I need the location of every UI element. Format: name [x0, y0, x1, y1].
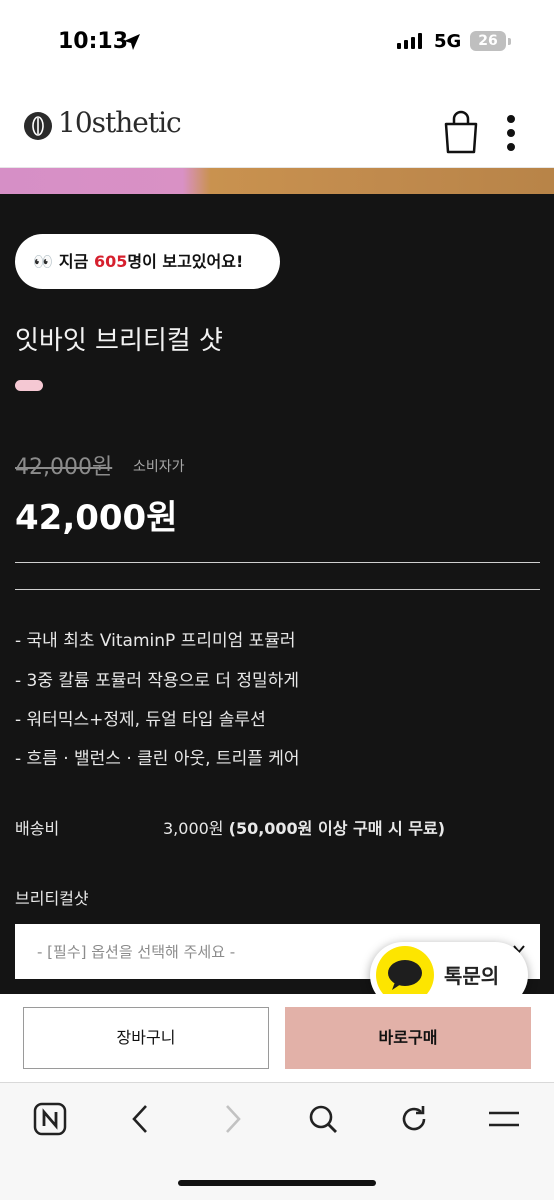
network-label: 5G [434, 31, 462, 52]
original-price-label: 소비자가 [133, 459, 185, 475]
battery-icon: 26 [470, 31, 506, 51]
shipping-note: (50,000원 이상 구매 시 무료) [228, 819, 446, 838]
more-icon[interactable] [505, 115, 517, 153]
reload-icon[interactable] [397, 1102, 431, 1136]
battery-tip [508, 38, 511, 45]
search-icon[interactable] [306, 1102, 340, 1136]
logo-mark-icon[interactable] [24, 112, 52, 140]
shipping-value: 3,000원 (50,000원 이상 구매 시 무료) [163, 815, 445, 839]
viewers-count: 605 [93, 252, 128, 271]
feature-item: - 국내 최초 VitaminP 프리미엄 포뮬러 [15, 631, 296, 651]
eyes-icon: 👀 [33, 252, 53, 271]
menu-icon[interactable] [487, 1102, 521, 1136]
sale-price: 42,000원 [15, 498, 178, 538]
product-image-strip [0, 168, 554, 194]
product-detail [0, 194, 554, 994]
add-to-cart-button[interactable]: 장바구니 [23, 1007, 269, 1069]
feature-item: - 3중 칼륨 포뮬러 작용으로 더 정밀하게 [15, 671, 299, 691]
location-arrow-icon [124, 34, 140, 50]
home-indicator [178, 1180, 376, 1186]
option-placeholder: - [필수] 옵션을 선택해 주세요 - [37, 943, 236, 961]
original-price: 42,000원 [15, 455, 113, 480]
feature-item: - 흐름 · 밸런스 · 클린 아웃, 트리플 케어 [15, 749, 300, 769]
forward-icon[interactable] [215, 1102, 249, 1136]
option-label: 브리티컬샷 [15, 889, 89, 908]
divider [15, 589, 540, 590]
viewers-badge: 👀 지금 605명이 보고있어요! [15, 234, 280, 289]
bag-icon[interactable] [443, 110, 479, 154]
buy-now-button[interactable]: 바로구매 [285, 1007, 531, 1069]
logo-text[interactable]: 10sthetic [58, 106, 182, 139]
feature-item: - 워터믹스+정제, 듀얼 타입 솔루션 [15, 710, 266, 730]
divider [15, 562, 540, 563]
back-icon[interactable] [124, 1102, 158, 1136]
status-time: 10:13 [58, 29, 129, 54]
color-tag [15, 380, 43, 391]
naver-home-icon[interactable] [33, 1102, 67, 1136]
kakao-talk-label: 톡문의 [444, 964, 500, 988]
viewers-suffix: 명이 보고있어요! [127, 252, 244, 271]
product-title: 잇바잇 브리티컬 샷 [15, 326, 223, 356]
signal-icon [397, 33, 422, 49]
viewers-prefix: 지금 [58, 252, 94, 271]
shipping-label: 배송비 [15, 819, 60, 838]
shipping-price: 3,000원 [163, 819, 224, 838]
